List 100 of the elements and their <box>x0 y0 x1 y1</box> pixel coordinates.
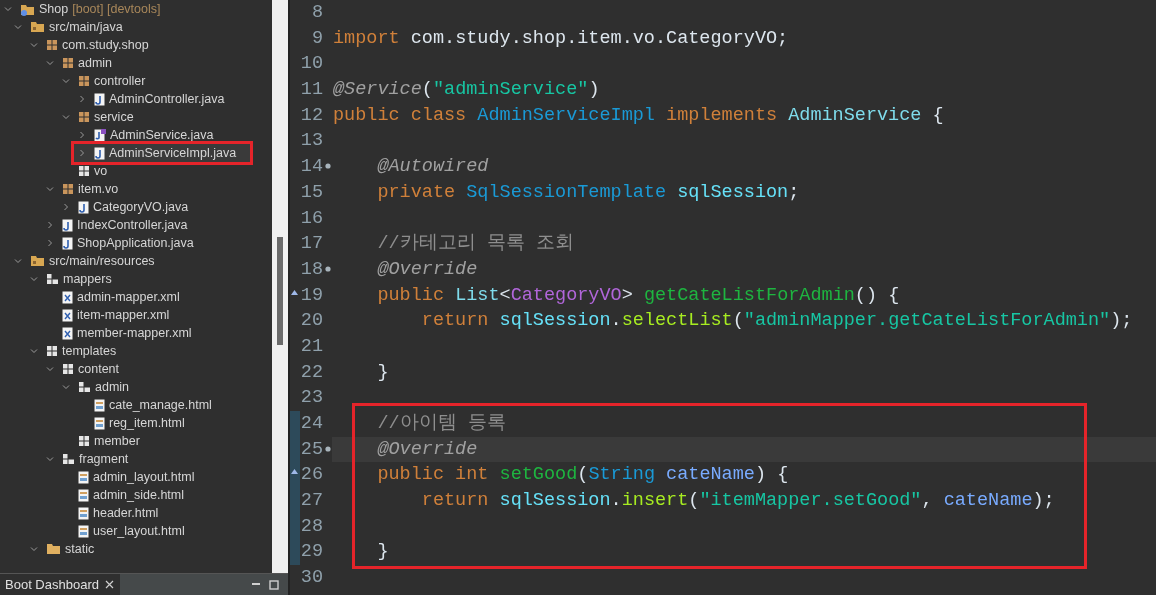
tree-item[interactable]: service <box>58 108 148 126</box>
chevron-down-icon[interactable] <box>30 41 38 49</box>
line-number: 22 <box>300 360 323 385</box>
tree-item[interactable]: IndexController.java <box>42 216 202 234</box>
folder-icon <box>46 543 61 555</box>
line-number: 8 <box>311 1 323 25</box>
java-file-icon <box>62 218 73 232</box>
chevron-down-icon[interactable] <box>62 113 70 121</box>
chevron-down-icon[interactable] <box>30 545 38 553</box>
tree-item[interactable]: member-mapper.xml <box>42 324 206 342</box>
code-line: @Override <box>376 257 478 282</box>
tree-item[interactable]: mappers <box>26 270 126 288</box>
tree-item[interactable]: admin <box>42 54 127 72</box>
code-line: @Autowired <box>376 155 489 180</box>
tree-item[interactable]: vo <box>58 162 122 180</box>
line-number: 17 <box>300 232 323 257</box>
scrollbar-thumb[interactable] <box>277 237 283 345</box>
maximize-icon[interactable] <box>269 579 279 590</box>
tree-item[interactable]: admin-mapper.xml <box>42 288 194 306</box>
fold-marker-icon[interactable] <box>325 163 331 170</box>
line-number: 25 <box>300 437 323 462</box>
tree-item[interactable]: ShopApplication.java <box>42 234 208 252</box>
package-icon <box>46 39 58 51</box>
tree-item[interactable]: src/main/java <box>10 18 137 36</box>
html-file-icon <box>94 398 105 412</box>
line-number: 14 <box>300 155 323 180</box>
xml-file-icon <box>62 326 73 340</box>
line-number: 24 <box>300 412 323 436</box>
tree-item[interactable]: com.study.shop <box>26 36 163 54</box>
chevron-down-icon[interactable] <box>62 383 70 391</box>
code-line: //카테고리 목록 조회 <box>376 232 574 257</box>
package-icon <box>78 75 90 87</box>
package-icon <box>62 183 74 195</box>
chevron-right-icon[interactable] <box>46 221 54 229</box>
chevron-down-icon[interactable] <box>30 275 38 283</box>
tree-item[interactable]: admin <box>58 378 144 396</box>
tree-item[interactable]: CategoryVO.java <box>58 198 203 216</box>
package-icon <box>62 57 74 69</box>
chevron-down-icon[interactable] <box>46 365 54 373</box>
java-file-icon <box>78 200 89 214</box>
line-number: 19 <box>300 283 323 308</box>
tree-item[interactable]: item-mapper.xml <box>42 306 184 324</box>
tree-item[interactable]: admin_side.html <box>58 486 198 504</box>
code-line: @Override <box>376 437 478 462</box>
stacked-grid-icon <box>46 273 59 285</box>
tree-item[interactable]: src/main/resources <box>10 252 169 270</box>
chevron-down-icon[interactable] <box>46 455 54 463</box>
grid-icon <box>46 345 58 357</box>
chevron-down-icon[interactable] <box>62 77 70 85</box>
chevron-down-icon[interactable] <box>30 347 38 355</box>
line-number: 23 <box>300 386 323 411</box>
chevron-right-icon[interactable] <box>78 95 86 103</box>
interface-file-icon <box>94 128 106 142</box>
line-number: 21 <box>300 334 323 359</box>
fold-marker-icon[interactable] <box>325 445 331 452</box>
project-decoration: [boot] [devtools] <box>72 0 161 18</box>
tree-item[interactable]: header.html <box>58 504 173 522</box>
chevron-down-icon[interactable] <box>46 59 54 67</box>
tree-item[interactable]: AdminService.java <box>74 126 228 144</box>
tree-item[interactable]: cate_manage.html <box>74 396 226 414</box>
chevron-down-icon[interactable] <box>14 23 22 31</box>
code-line: import com.study.shop.item.vo.CategoryVO; <box>332 26 789 51</box>
line-number: 15 <box>300 180 323 205</box>
close-icon[interactable] <box>104 580 114 589</box>
chevron-right-icon[interactable] <box>78 149 86 157</box>
chevron-down-icon[interactable] <box>4 5 12 13</box>
source-folder-icon <box>30 255 45 267</box>
tree-item[interactable]: Shop [boot] [devtools] <box>0 0 175 18</box>
chevron-right-icon[interactable] <box>78 131 86 139</box>
html-file-icon <box>78 506 89 520</box>
code-line: //아이템 등록 <box>376 412 506 436</box>
chevron-right-icon[interactable] <box>46 239 54 247</box>
tree-item[interactable]: user_layout.html <box>58 522 199 540</box>
tree-item[interactable]: admin_layout.html <box>58 468 209 486</box>
html-file-icon <box>78 470 89 484</box>
package-icon <box>78 111 90 123</box>
chevron-down-icon[interactable] <box>46 185 54 193</box>
stacked-grid-icon <box>78 381 91 393</box>
tree-item[interactable]: content <box>42 360 133 378</box>
java-file-icon <box>94 146 105 160</box>
tree-item[interactable]: templates <box>26 342 131 360</box>
line-number: 20 <box>300 309 323 334</box>
grid-icon <box>78 435 90 447</box>
tree-item[interactable]: fragment <box>42 450 143 468</box>
tree-item[interactable]: reg_item.html <box>74 414 199 432</box>
fold-marker-icon[interactable] <box>325 265 331 272</box>
tree-item[interactable]: static <box>26 540 109 558</box>
line-number: 29 <box>300 540 323 565</box>
tree-item[interactable]: AdminServiceImpl.java <box>74 144 251 162</box>
chevron-right-icon[interactable] <box>62 203 70 211</box>
tree-item[interactable]: controller <box>58 72 160 90</box>
chevron-down-icon[interactable] <box>14 257 22 265</box>
code-line: public class AdminServiceImpl implements AdminService { <box>332 103 944 128</box>
html-file-icon <box>78 524 89 538</box>
line-number: 27 <box>300 489 323 514</box>
panel-tab[interactable]: Boot Dashboard <box>0 573 120 595</box>
tree-item[interactable]: AdminController.java <box>74 90 239 108</box>
tree-item[interactable]: item.vo <box>42 180 133 198</box>
tree-item[interactable]: member <box>58 432 154 450</box>
code-line: } <box>376 540 389 565</box>
